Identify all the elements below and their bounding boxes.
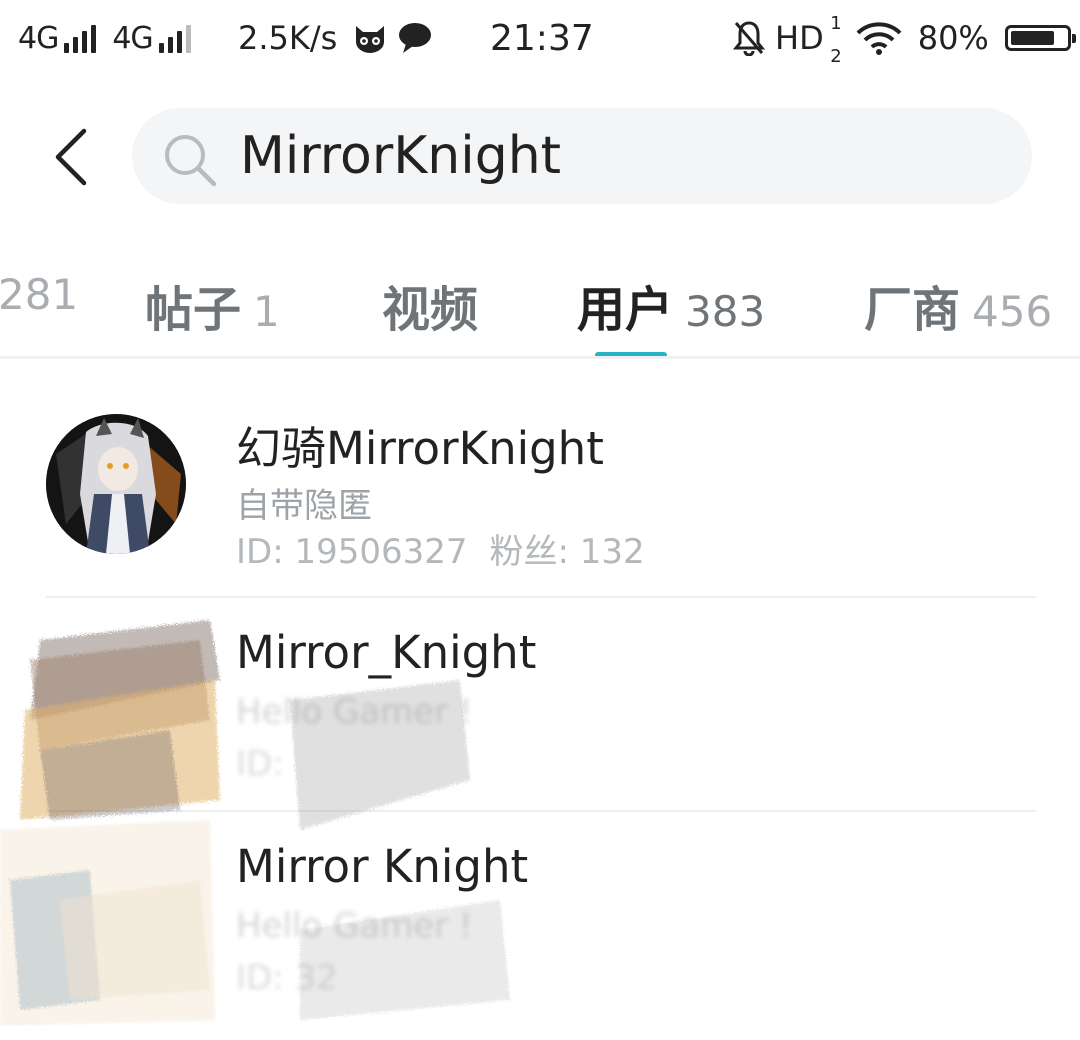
- user-id: ID: 19506327: [236, 532, 468, 572]
- tab-posts[interactable]: 帖子 1: [145, 270, 280, 338]
- hd-sup: 1: [830, 13, 842, 34]
- obscured-details: Hello Gamer ! ID:: [236, 692, 656, 802]
- hd-voice-indicator: HD 1 2: [775, 13, 842, 67]
- notification-icons: [352, 17, 432, 59]
- network-speed: 2.5K/s: [238, 19, 338, 57]
- tab-label: 厂商: [864, 282, 961, 338]
- system-icons: HD 1 2 80%: [733, 13, 1076, 67]
- tab-count: 281: [0, 270, 79, 319]
- hd-sub: 2: [830, 46, 842, 67]
- network-type-2: 4G: [112, 20, 153, 56]
- tab-count: 456: [972, 287, 1053, 336]
- user-id: ID: 32: [236, 958, 338, 998]
- user-fans: 粉丝: 132: [489, 532, 645, 572]
- bell-off-icon: [733, 21, 765, 56]
- search-icon: [165, 135, 217, 187]
- user-result-row[interactable]: Mirror_Knight Hello Gamer ! ID:: [0, 612, 1080, 826]
- user-name: 幻骑MirrorKnight: [236, 422, 604, 475]
- tab-videos[interactable]: 视频: [382, 270, 478, 338]
- user-name: Mirror_Knight: [236, 626, 537, 679]
- signal-icon: [64, 23, 97, 53]
- obscured-details: Hello Gamer ! ID: 32: [236, 906, 656, 1016]
- user-id: ID:: [236, 744, 284, 784]
- tab-partial-left[interactable]: 281: [0, 270, 78, 330]
- search-result-tabs: 281 帖子 1 视频 用户 383 厂商 456: [0, 250, 1080, 360]
- divider: [0, 356, 1080, 359]
- cat-app-icon: [356, 26, 384, 53]
- avatar[interactable]: [46, 414, 186, 554]
- network-type-1: 4G: [18, 20, 59, 56]
- user-result-row[interactable]: Mirror Knight Hello Gamer ! ID: 32: [0, 826, 1080, 1040]
- wifi-icon: [856, 22, 902, 55]
- tab-count: 1: [253, 287, 280, 336]
- search-input[interactable]: [240, 108, 1000, 204]
- search-bar[interactable]: [132, 108, 1032, 204]
- signal-icon: [158, 23, 191, 53]
- status-bar: 4G 4G 2.5K/s 21:37 HD 1 2 80%: [0, 0, 1080, 78]
- tab-label: 帖子: [145, 282, 242, 338]
- avatar-image: [46, 414, 186, 554]
- battery-percent: 80%: [917, 19, 989, 57]
- chat-bubble-icon: [399, 23, 431, 53]
- user-bio: Hello Gamer !: [236, 906, 473, 946]
- tab-users[interactable]: 用户 383: [577, 270, 765, 338]
- network-indicators: 4G 4G: [18, 17, 191, 59]
- user-bio: 自带隐匿: [236, 486, 372, 526]
- user-result-row[interactable]: 幻骑MirrorKnight 自带隐匿 ID: 19506327 粉丝: 132: [0, 398, 1080, 612]
- user-name: Mirror Knight: [236, 840, 529, 893]
- tab-vendors[interactable]: 厂商 456: [864, 270, 1052, 338]
- user-bio: Hello Gamer !: [236, 692, 473, 732]
- hd-label: HD: [775, 19, 824, 57]
- row-divider: [46, 596, 1036, 598]
- tab-label: 视频: [382, 282, 479, 338]
- clock: 21:37: [490, 17, 594, 59]
- row-divider: [46, 810, 1036, 812]
- battery-icon: [1004, 25, 1076, 51]
- tab-count: 383: [685, 287, 766, 336]
- back-button[interactable]: [40, 122, 100, 192]
- battery-fill: [1010, 31, 1055, 45]
- tab-label: 用户: [577, 282, 674, 338]
- chevron-left-icon: [55, 128, 87, 186]
- user-meta: ID: 19506327 粉丝: 132: [236, 524, 645, 573]
